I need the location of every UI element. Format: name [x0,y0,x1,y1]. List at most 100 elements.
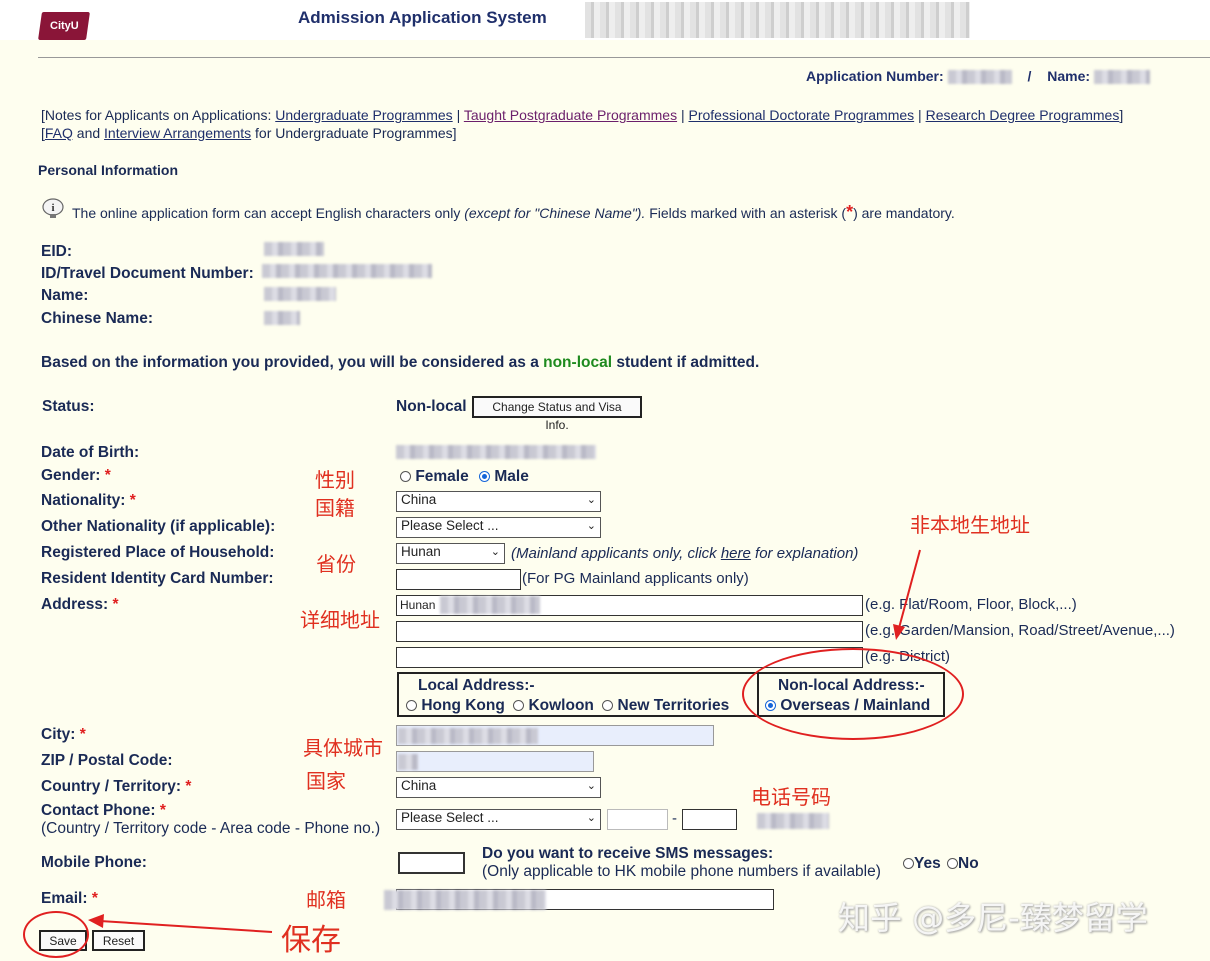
chinese-name-label: Chinese Name: [41,310,153,327]
other-nationality-select[interactable]: Please Select ... ⌄ [396,517,601,538]
status-message-a: Based on the information you provided, y… [41,354,539,371]
change-status-button[interactable]: Change Status and Visa Info. [472,396,642,432]
phone-area-code-input[interactable] [607,809,668,830]
info-text: The online application form can accept E… [72,202,955,223]
address-hint1: (e.g. Flat/Room, Floor, Block,...) [865,596,1077,613]
annotation-gender: 性别 [315,468,355,492]
id-document-label: ID/Travel Document Number: [41,265,254,282]
gender-female-label: Female [415,468,469,485]
hong-kong-radio[interactable] [406,700,417,712]
zip-redacted [398,754,418,770]
name-label: Name: [1047,68,1091,84]
sms-yes-radio[interactable] [903,858,914,870]
separator: / [1027,68,1032,84]
phone-redacted [757,813,829,829]
phone-dash: - [672,810,677,827]
annotation-province: 省份 [316,552,356,576]
application-number-redacted [947,70,1012,85]
watermark: 知乎 @多尼-臻梦留学 [838,899,1148,937]
section-title: Personal Information [38,162,179,178]
gender-male-radio[interactable] [479,471,491,483]
city-redacted [398,728,538,744]
info-text-a: The online application form can accept E… [72,205,461,221]
notes-prefix: [Notes for Applicants on Applications: [41,107,272,123]
link-undergraduate[interactable]: Undergraduate Programmes [275,107,452,123]
link-taught-postgraduate[interactable]: Taught Postgraduate Programmes [464,107,677,123]
zip-label: ZIP / Postal Code: [41,752,173,769]
annotation-city: 具体城市 [303,736,383,760]
header-divider [38,57,1210,58]
chevron-down-icon: ⌄ [586,494,596,506]
sms-no-radio[interactable] [947,858,959,870]
required-asterisk: * [112,596,119,613]
annotation-phone: 电话号码 [751,785,831,809]
email-redacted [384,890,546,910]
mobile-label: Mobile Phone: [41,854,147,871]
svg-text:i: i [51,202,54,214]
gender-female-radio[interactable] [400,471,411,483]
link-interview-arrangements[interactable]: Interview Arrangements [104,125,251,141]
header-banner-image [585,2,970,38]
status-message-c: student if admitted. [616,354,760,371]
address-hint2: (e.g. Garden/Mansion, Road/Street/Avenue… [865,622,1175,639]
annotation-detail-address: 详细地址 [300,608,380,632]
local-address-options: Hong Kong Kowloon New Territories [406,697,729,715]
country-select[interactable]: China ⌄ [396,777,601,798]
gender-male-label: Male [494,468,529,485]
kowloon-radio[interactable] [513,700,525,712]
notes-links: [Notes for Applicants on Applications: U… [41,106,1123,142]
nationality-select[interactable]: China ⌄ [396,491,601,512]
phone-number-input[interactable] [682,809,737,830]
cityu-logo: CityU [38,12,90,40]
resident-id-hint: (For PG Mainland applicants only) [522,570,749,587]
link-research-degree[interactable]: Research Degree Programmes [926,107,1120,123]
nonlocal-address-highlight-oval [742,648,964,740]
new-territories-radio[interactable] [602,700,614,712]
annotation-email: 邮箱 [306,888,346,912]
required-asterisk: * [79,726,86,743]
application-number-row: Application Number: / Name: [806,68,1150,85]
notes-line2-tail: for Undergraduate Programmes] [255,125,457,141]
mobile-input[interactable] [398,852,465,874]
address-label: Address: * [41,596,119,613]
status-message: Based on the information you provided, y… [41,354,759,372]
household-hint: (Mainland applicants only, click here fo… [511,545,859,562]
sms-options: Yes No [903,855,979,873]
phone-country-code-select[interactable]: Please Select ... ⌄ [396,809,601,830]
chevron-down-icon: ⌄ [586,780,596,792]
city-label: City: * [41,726,86,743]
sms-sub: (Only applicable to HK mobile phone numb… [482,863,881,880]
reset-button[interactable]: Reset [92,930,145,951]
info-text-b: (except for "Chinese Name"). [464,205,646,221]
country-label: Country / Territory: * [41,778,192,795]
link-faq[interactable]: FAQ [45,125,73,141]
email-label: Email: * [41,890,98,907]
household-here-link[interactable]: here [721,545,751,562]
new-territories-label: New Territories [617,697,730,714]
resident-id-input[interactable] [396,569,521,590]
gender-label: Gender: * [41,467,111,484]
address-line1-redacted [440,596,540,614]
link-separator: | [456,107,461,123]
status-message-nonlocal: non-local [543,354,613,371]
chevron-down-icon: ⌄ [490,546,500,558]
required-asterisk: * [91,890,98,907]
info-text-d: ) are mandatory. [853,205,955,221]
required-asterisk: * [159,802,166,819]
dob-redacted [396,445,596,459]
other-nationality-label: Other Nationality (if applicable): [41,518,276,535]
name-redacted-identity [264,287,336,301]
household-select[interactable]: Hunan ⌄ [396,543,505,564]
hong-kong-label: Hong Kong [421,697,505,714]
resident-id-label: Resident Identity Card Number: [41,570,274,587]
annotation-country: 国家 [306,769,346,793]
required-asterisk: * [104,467,111,484]
contact-phone-sub: (Country / Territory code - Area code - … [41,820,381,837]
link-professional-doctorate[interactable]: Professional Doctorate Programmes [689,107,915,123]
id-document-redacted [262,264,432,278]
annotation-save: 保存 [281,923,341,958]
notes-suffix: ] [1119,107,1124,123]
info-icon: i [42,198,64,218]
zip-input[interactable] [396,751,594,772]
address-line2-input[interactable] [396,621,863,642]
